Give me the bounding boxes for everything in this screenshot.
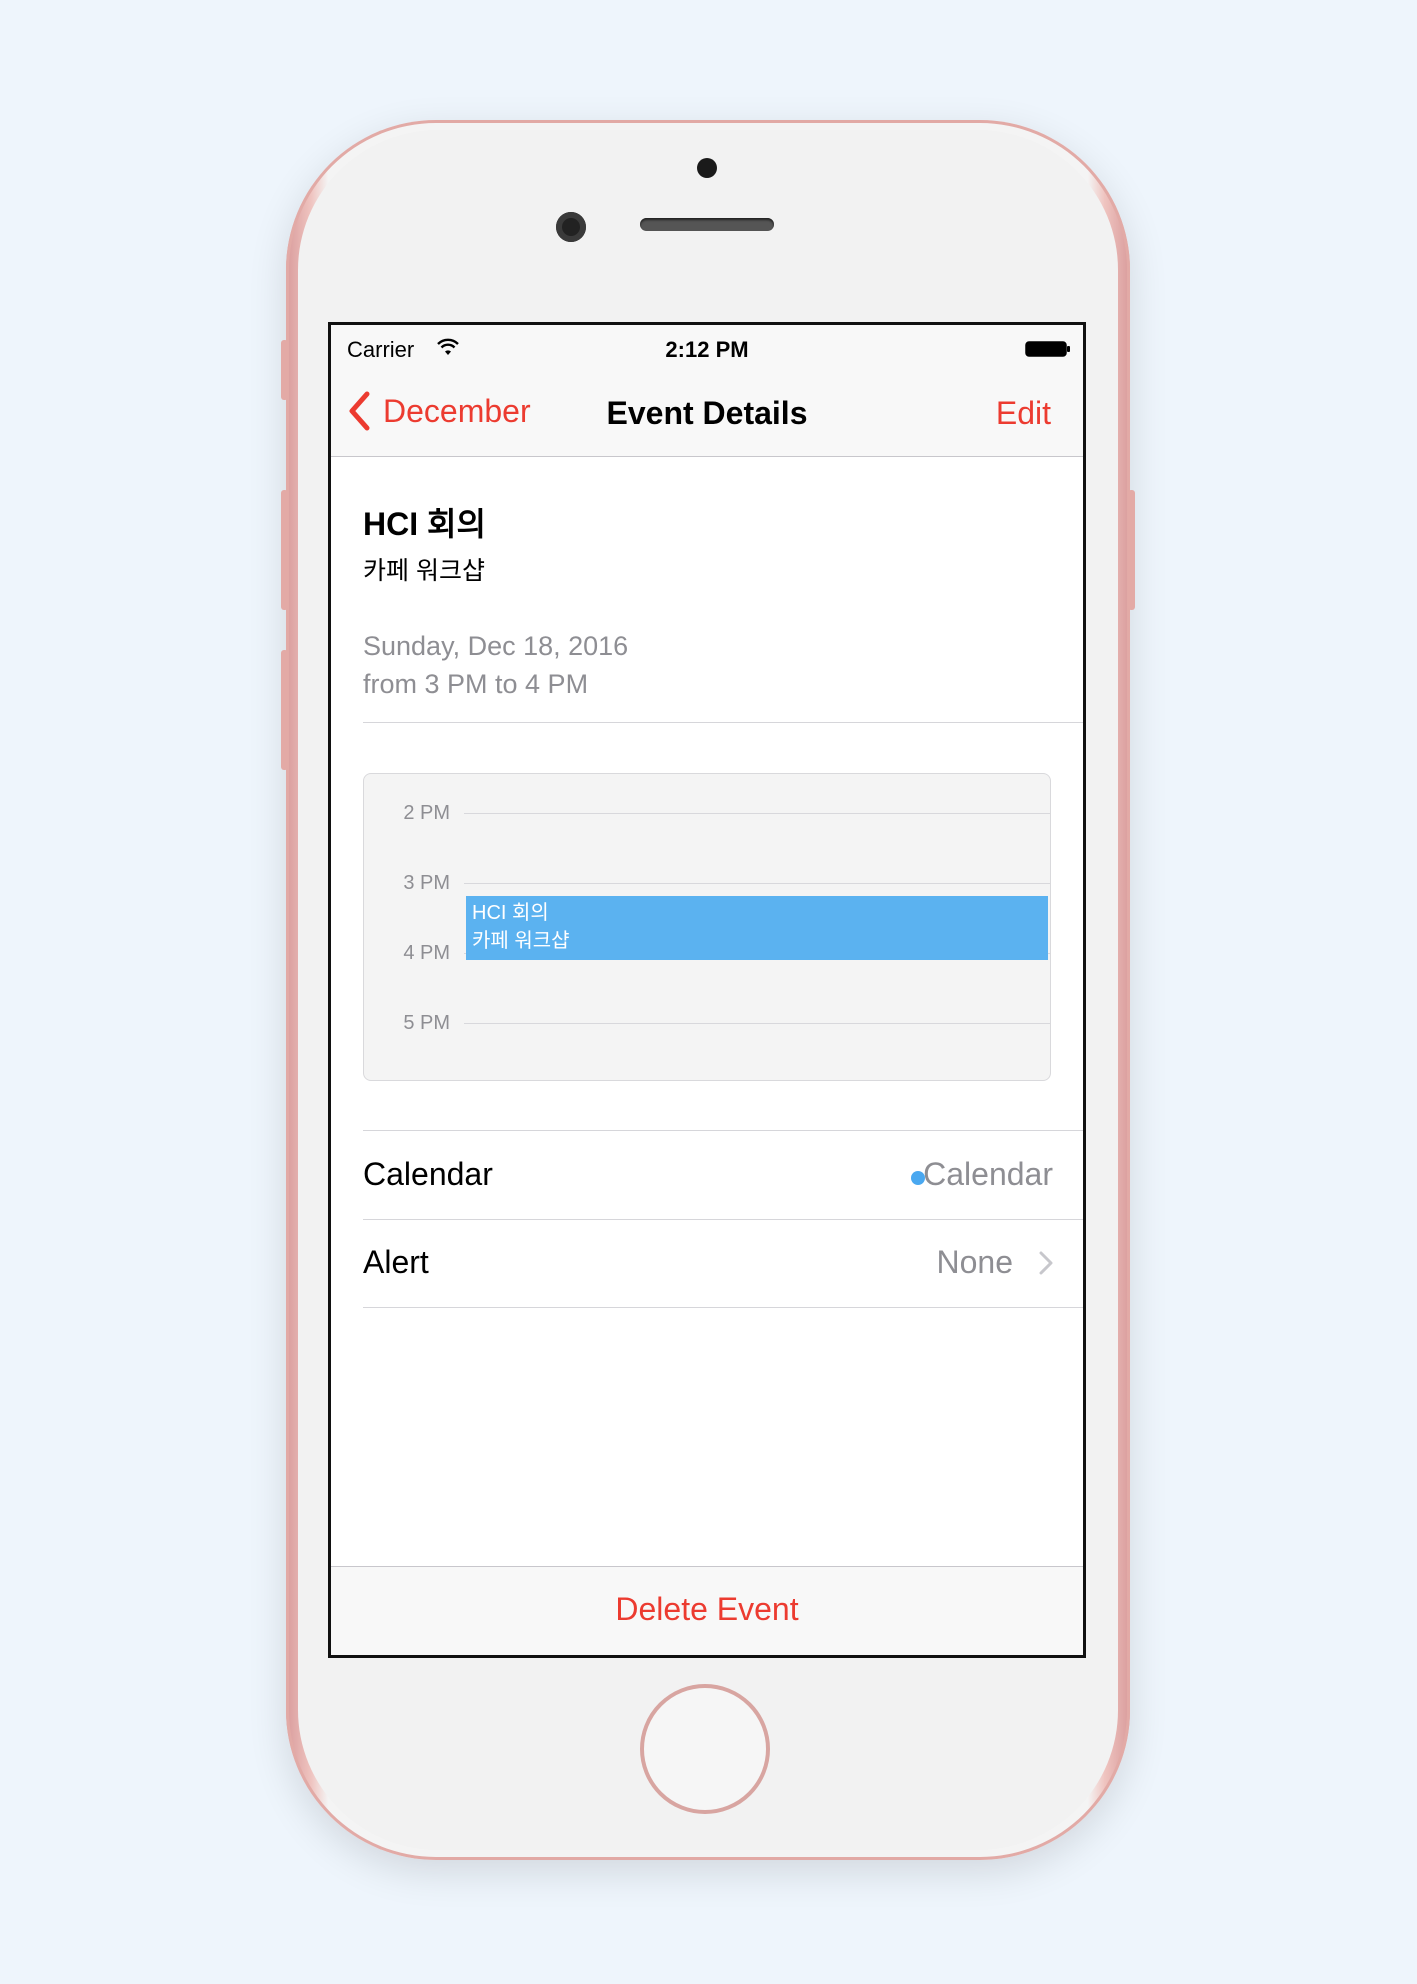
hour-line — [464, 883, 1050, 884]
calendar-row-label: Calendar — [363, 1156, 493, 1192]
hour-label: 3 PM — [403, 872, 450, 894]
calendar-row[interactable]: Calendar Calendar — [363, 1131, 1083, 1219]
chevron-right-icon — [1039, 1251, 1053, 1275]
day-view-preview[interactable]: 2 PM 3 PM 4 PM 5 PM HCI 회의 카페 워크샵 — [363, 773, 1051, 1081]
hour-label: 2 PM — [403, 802, 450, 824]
hour-line — [464, 813, 1050, 814]
hour-label: 5 PM — [403, 1012, 450, 1034]
event-time-range: from 3 PM to 4 PM — [363, 669, 589, 699]
calendar-row-value: Calendar — [923, 1156, 1053, 1192]
edit-button[interactable]: Edit — [996, 395, 1051, 432]
status-bar: Carrier 2:12 PM — [331, 325, 1083, 371]
front-camera — [556, 212, 586, 242]
event-location: 카페 워크샵 — [363, 557, 485, 585]
alert-row[interactable]: Alert None — [363, 1219, 1083, 1307]
screen: Carrier 2:12 PM December Event Details E… — [328, 322, 1086, 1658]
earpiece-speaker — [640, 218, 774, 231]
side-button — [281, 650, 288, 770]
side-button — [281, 490, 288, 610]
hour-line — [464, 1023, 1050, 1024]
home-button[interactable] — [640, 1684, 770, 1814]
divider — [363, 1307, 1083, 1308]
event-block[interactable]: HCI 회의 카페 워크샵 — [466, 896, 1048, 960]
status-time: 2:12 PM — [665, 337, 749, 362]
page-title: Event Details — [606, 395, 808, 431]
side-button — [281, 340, 288, 400]
battery-icon — [1025, 341, 1070, 357]
event-block-title: HCI 회의 — [472, 902, 549, 924]
event-block-location: 카페 워크샵 — [472, 930, 570, 952]
navigation-bar: December Event Details Edit — [331, 371, 1083, 457]
delete-event-button[interactable]: Delete Event — [615, 1591, 798, 1628]
divider — [363, 722, 1083, 723]
event-date: Sunday, Dec 18, 2016 — [363, 631, 629, 661]
side-button — [1128, 490, 1135, 610]
toolbar: Delete Event — [331, 1566, 1083, 1655]
alert-row-label: Alert — [363, 1244, 429, 1280]
event-title: HCI 회의 — [363, 506, 486, 542]
alert-row-value: None — [936, 1244, 1014, 1280]
front-sensor — [697, 158, 717, 178]
hour-label: 4 PM — [403, 942, 450, 964]
